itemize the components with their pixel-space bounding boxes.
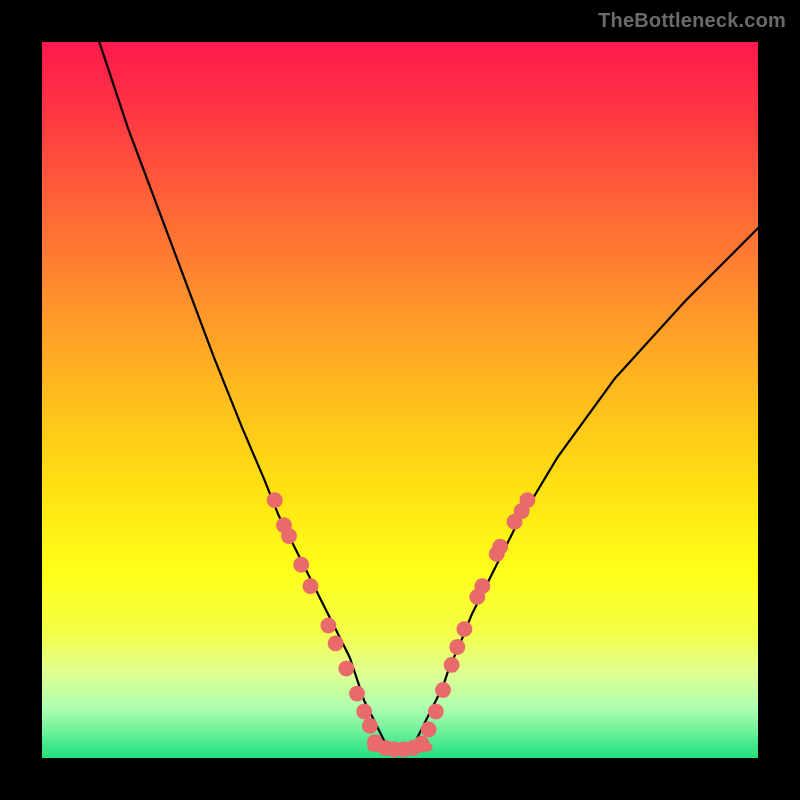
marker-left-dots <box>349 686 365 702</box>
marker-left-dots <box>281 528 297 544</box>
marker-right-dots <box>492 539 508 555</box>
marker-right-dots <box>457 621 473 637</box>
marker-right-dots <box>449 639 465 655</box>
marker-right-dots <box>435 682 451 698</box>
marker-left-dots <box>328 636 344 652</box>
marker-left-dots <box>362 718 378 734</box>
marker-left-dots <box>293 557 309 573</box>
marker-left-dots <box>356 704 372 720</box>
marker-right-dots <box>428 704 444 720</box>
marker-left-dots <box>338 661 354 677</box>
chart-svg <box>42 42 758 758</box>
marker-right-dots <box>520 492 536 508</box>
curve-lines <box>99 42 758 749</box>
watermark-text: TheBottleneck.com <box>598 10 786 33</box>
marker-right-dots <box>474 578 490 594</box>
chart-frame: TheBottleneck.com <box>0 0 800 800</box>
marker-left-dots <box>303 578 319 594</box>
plot-area <box>42 42 758 758</box>
series-right-curve <box>414 228 758 744</box>
data-markers <box>267 492 536 757</box>
marker-left-dots <box>267 492 283 508</box>
marker-right-dots <box>444 657 460 673</box>
marker-bottom-dots <box>414 736 430 752</box>
series-left-curve <box>99 42 385 744</box>
marker-right-dots <box>421 722 437 738</box>
marker-left-dots <box>321 618 337 634</box>
